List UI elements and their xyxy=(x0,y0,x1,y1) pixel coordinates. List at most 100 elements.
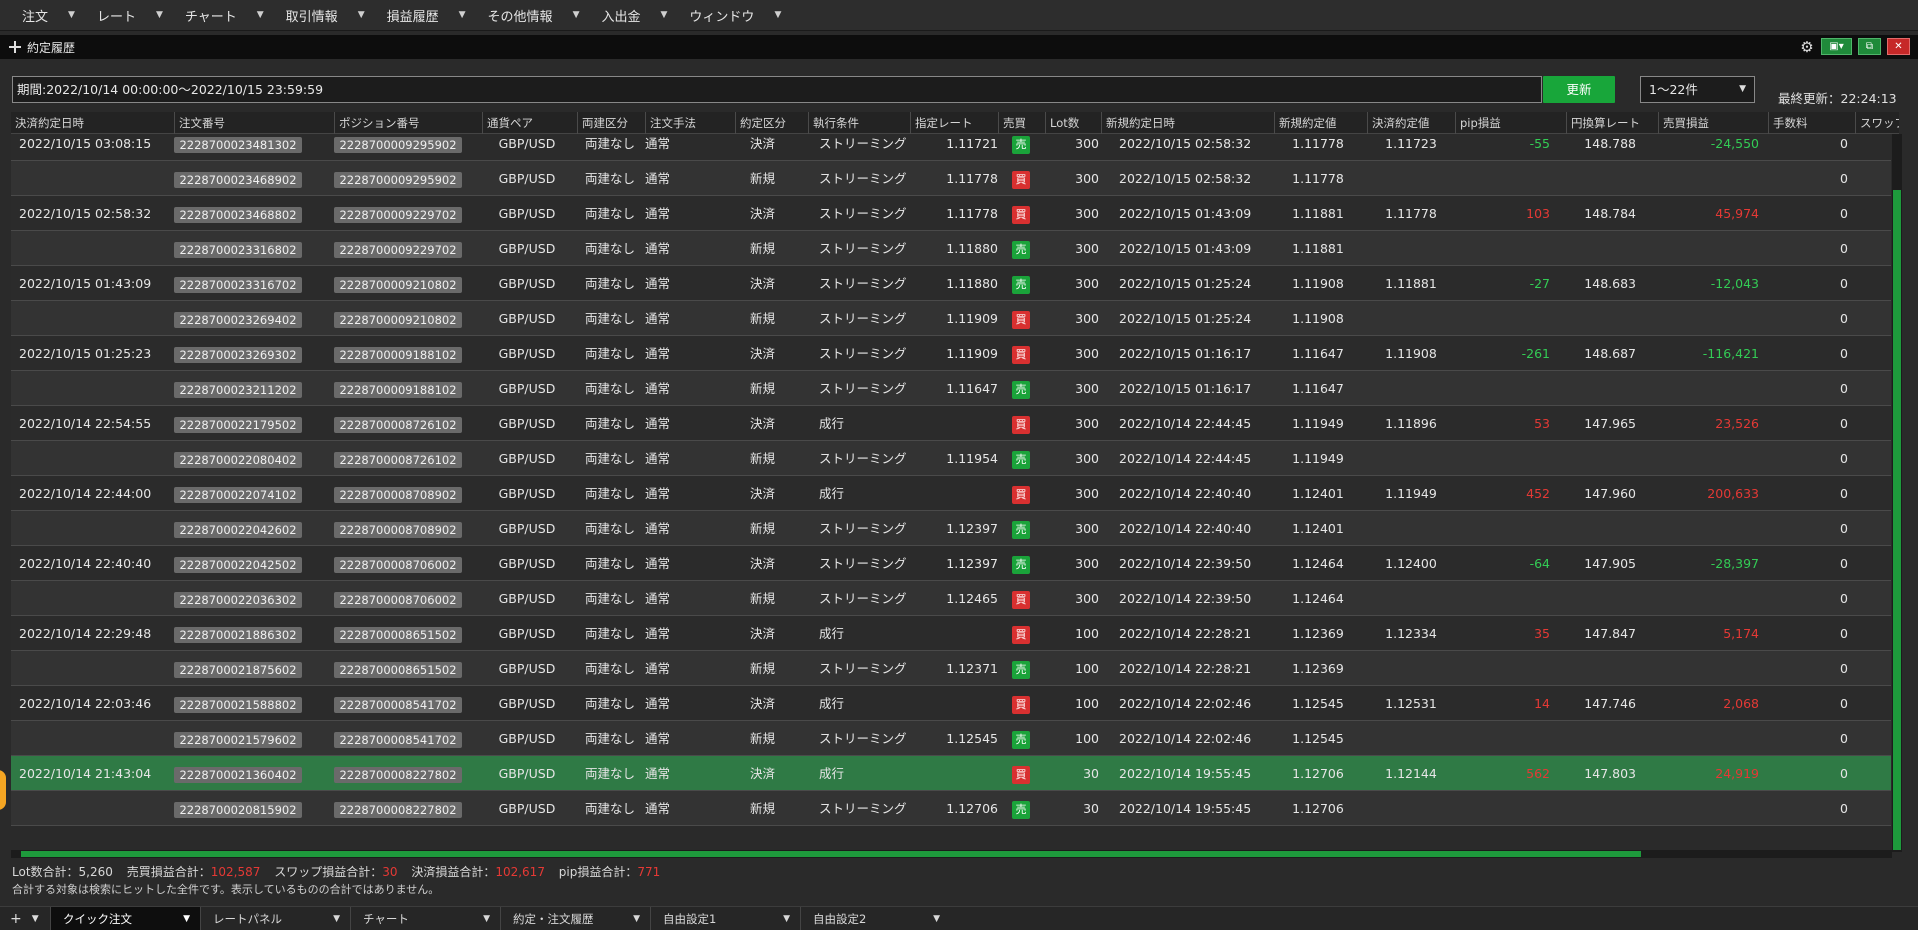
column-header[interactable]: 新規約定日時 xyxy=(1101,112,1274,134)
execution-condition: ストリーミング xyxy=(819,206,907,221)
specified-rate: 1.11909 xyxy=(946,346,998,361)
table-row[interactable]: 2228700023269402 2228700009210802 GBP/USD 両… xyxy=(11,301,1891,336)
tab-rate-panel[interactable]: レートパネル ▼ xyxy=(200,906,350,930)
jpy-rate xyxy=(1566,161,1636,196)
trade-kind: 新規 xyxy=(749,381,775,396)
pip-pl xyxy=(1455,231,1550,266)
column-header[interactable]: 決済約定値 xyxy=(1367,112,1455,134)
side-badge-value: 売 xyxy=(1012,555,1030,574)
column-header[interactable]: 円換算レート xyxy=(1566,112,1658,134)
table-row[interactable]: 2022/10/14 22:44:00 2228700022074102 22287… xyxy=(11,476,1891,511)
pip-pl xyxy=(1455,511,1550,546)
column-header[interactable]: 執行条件 xyxy=(808,112,910,134)
table-row[interactable]: 2022/10/14 22:29:48 2228700021886302 22287… xyxy=(11,616,1891,651)
table-row[interactable]: 2228700023468902 2228700009295902 GBP/USD 両… xyxy=(11,161,1891,196)
close-price: 1.11896 xyxy=(1385,416,1437,431)
jpy-rate xyxy=(1566,581,1636,616)
execution-condition: 成行 xyxy=(819,626,845,641)
column-header[interactable]: 注文番号 xyxy=(174,112,334,134)
table-row[interactable]: 2022/10/14 22:40:40 2228700022042502 22287… xyxy=(11,546,1891,581)
move-icon[interactable] xyxy=(9,41,21,53)
trade-kind: 新規 xyxy=(749,311,775,326)
menu-window[interactable]: ウィンドウ ▼ xyxy=(667,0,781,31)
order-number-value: 2228700022074102 xyxy=(174,486,302,503)
column-header[interactable]: Lot数 xyxy=(1045,112,1101,134)
table-row[interactable]: 2228700021579602 2228700008541702 GBP/USD 両… xyxy=(11,721,1891,756)
column-header[interactable]: pip損益 xyxy=(1455,112,1566,134)
open-time: 2022/10/15 01:43:09 xyxy=(1119,241,1252,256)
horizontal-scrollbar[interactable] xyxy=(11,850,1892,858)
menu-trade-info[interactable]: 取引情報 ▼ xyxy=(264,0,365,31)
close-price xyxy=(1367,581,1455,616)
position-number-value: 2228700008227802 xyxy=(334,801,462,818)
tab-order-history[interactable]: 約定・注文履歴 ▼ xyxy=(500,906,650,930)
table-row[interactable]: 2022/10/15 01:43:09 2228700023316702 22287… xyxy=(11,266,1891,301)
menu-pl-history[interactable]: 損益履歴 ▼ xyxy=(365,0,466,31)
lot-total-label: Lot数合計： xyxy=(12,865,79,879)
column-header[interactable]: 約定区分 xyxy=(735,112,808,134)
menu-chart[interactable]: チャート ▼ xyxy=(163,0,264,31)
tab-quick-order[interactable]: クイック注文 ▼ xyxy=(50,906,200,930)
order-number-value: 2228700021588802 xyxy=(174,696,302,713)
column-header[interactable]: 通貨ペア xyxy=(482,112,577,134)
position-number-value: 2228700009210802 xyxy=(334,276,462,293)
table-row[interactable]: 2022/10/15 01:25:23 2228700023269302 22287… xyxy=(11,336,1891,371)
table-row[interactable]: 2228700022036302 2228700008706002 GBP/USD 両… xyxy=(11,581,1891,616)
column-header[interactable]: 新規約定値 xyxy=(1274,112,1367,134)
horizontal-scroll-thumb[interactable] xyxy=(21,851,1641,857)
table-row[interactable]: 2022/10/14 22:03:46 2228700021588802 22287… xyxy=(11,686,1891,721)
menu-deposit[interactable]: 入出金 ▼ xyxy=(579,0,667,31)
table-row[interactable]: 2022/10/15 03:08:15 2228700023481302 22287… xyxy=(11,134,1891,161)
tab-custom-1[interactable]: 自由設定1 ▼ xyxy=(650,906,800,930)
menu-order[interactable]: 注文 ▼ xyxy=(0,0,75,31)
open-time: 2022/10/14 22:39:50 xyxy=(1119,591,1252,606)
table-row[interactable]: 2228700020815902 2228700008227802 GBP/USD 両… xyxy=(11,791,1891,826)
close-icon[interactable]: ✕ xyxy=(1887,38,1910,55)
window-menu-button[interactable]: ▣▾ xyxy=(1821,38,1852,55)
period-input[interactable]: 期間:2022/10/14 00:00:00～2022/10/15 23:59:… xyxy=(12,76,1542,103)
tab-chart[interactable]: チャート ▼ xyxy=(350,906,500,930)
execution-condition: ストリーミング xyxy=(819,801,907,816)
gear-icon[interactable]: ⚙ xyxy=(1799,39,1815,55)
page-range-select[interactable]: 1～22件 ▼ xyxy=(1640,76,1755,103)
table-row[interactable]: 2022/10/14 22:54:55 2228700022179502 22287… xyxy=(11,406,1891,441)
column-header[interactable]: 指定レート xyxy=(910,112,998,134)
table-row[interactable]: 2228700021875602 2228700008651502 GBP/USD 両… xyxy=(11,651,1891,686)
open-price: 1.12545 xyxy=(1292,731,1344,746)
jpy-rate xyxy=(1566,721,1636,756)
table-row[interactable]: 2228700023211202 2228700009188102 GBP/USD 両… xyxy=(11,371,1891,406)
column-header[interactable]: 売買 xyxy=(998,112,1045,134)
side-badge-value: 買 xyxy=(1012,170,1030,189)
order-method: 通常 xyxy=(645,521,671,536)
table-row[interactable]: 2228700023316802 2228700009229702 GBP/USD 両… xyxy=(11,231,1891,266)
tab-custom-2[interactable]: 自由設定2 ▼ xyxy=(800,906,950,930)
column-header[interactable]: 売買損益 xyxy=(1658,112,1768,134)
tab-label: 約定・注文履歴 xyxy=(513,911,594,926)
open-time: 2022/10/15 01:16:17 xyxy=(1119,346,1252,361)
close-price: 1.12334 xyxy=(1385,626,1437,641)
close-price: 1.12531 xyxy=(1385,696,1437,711)
menu-other-info[interactable]: その他情報 ▼ xyxy=(466,0,580,31)
open-time: 2022/10/14 22:02:46 xyxy=(1119,731,1252,746)
duplicate-window-button[interactable]: ⧉ xyxy=(1858,38,1881,55)
vertical-scroll-thumb[interactable] xyxy=(1893,190,1901,850)
menu-rate[interactable]: レート ▼ xyxy=(75,0,163,31)
table-row[interactable]: 2022/10/14 21:43:04 2228700021360402 22287… xyxy=(11,756,1891,791)
add-tab-button[interactable]: + ▼ xyxy=(0,907,50,930)
last-update: 最終更新：22:24:13 xyxy=(1778,91,1897,106)
column-header[interactable]: 決済約定日時 xyxy=(11,112,174,134)
open-price: 1.12464 xyxy=(1292,591,1344,606)
column-header[interactable]: スワップ損 xyxy=(1855,112,1899,134)
position-number-value: 2228700008541702 xyxy=(334,731,462,748)
table-row[interactable]: 2228700022080402 2228700008726102 GBP/USD 両… xyxy=(11,441,1891,476)
table-row[interactable]: 2022/10/15 02:58:32 2228700023468802 22287… xyxy=(11,196,1891,231)
column-header[interactable]: 注文手法 xyxy=(645,112,735,134)
column-header[interactable]: 手数料 xyxy=(1768,112,1855,134)
vertical-scrollbar[interactable] xyxy=(1892,134,1902,852)
column-header[interactable]: 両建区分 xyxy=(577,112,645,134)
order-method: 通常 xyxy=(645,591,671,606)
column-header[interactable]: ポジション番号 xyxy=(334,112,482,134)
order-number-value: 2228700021875602 xyxy=(174,661,302,678)
table-row[interactable]: 2228700022042602 2228700008708902 GBP/USD 両… xyxy=(11,511,1891,546)
refresh-button[interactable]: 更新 xyxy=(1543,76,1615,103)
